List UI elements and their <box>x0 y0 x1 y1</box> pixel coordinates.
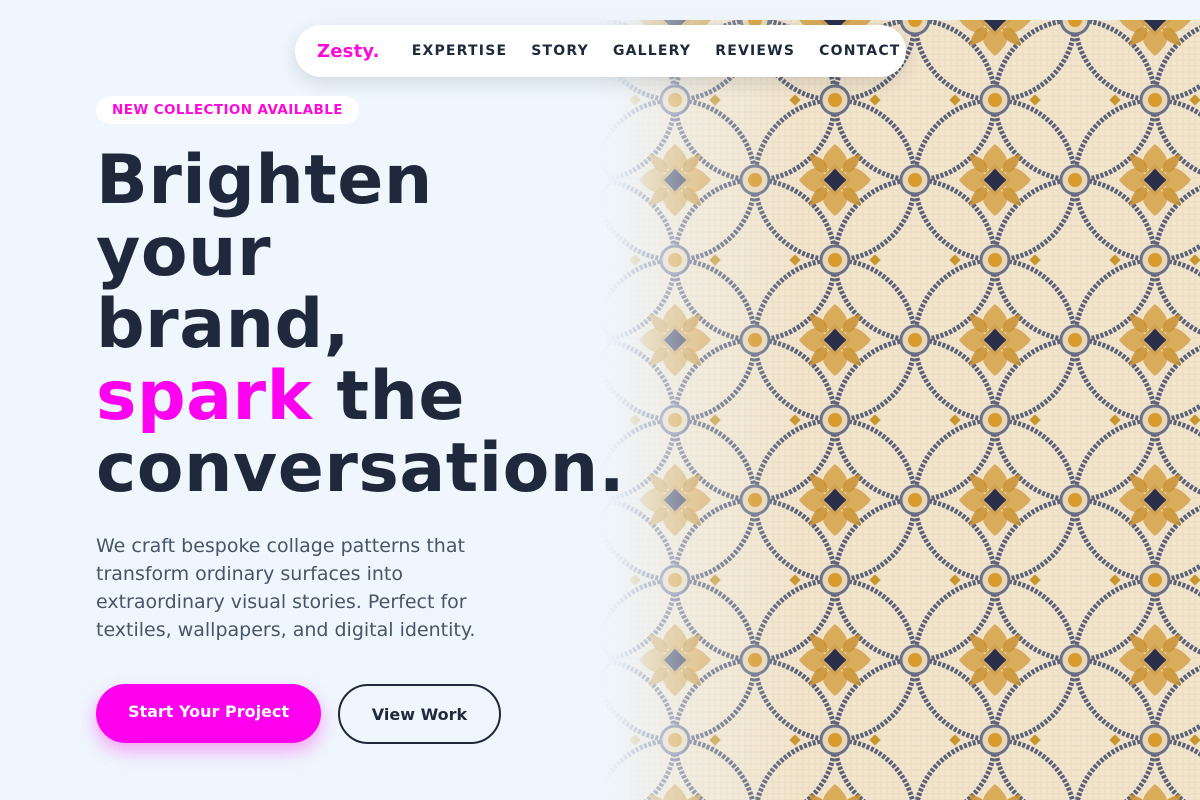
description-line-4: textiles, wallpapers, and digital identi… <box>96 619 476 641</box>
top-navbar: Zesty. EXPERTISE STORY GALLERY REVIEWS C… <box>295 25 906 77</box>
nav-link-expertise[interactable]: EXPERTISE <box>412 43 508 59</box>
headline-line-4-rest: the <box>312 357 466 436</box>
view-work-button[interactable]: View Work <box>338 684 501 744</box>
nav-link-contact[interactable]: CONTACT <box>819 43 900 59</box>
headline-line-1: Brighten <box>96 141 433 220</box>
headline-accent-word: spark <box>96 357 313 436</box>
description-line-3: extraordinary visual stories. Perfect fo… <box>96 591 467 613</box>
headline-line-2: your <box>96 213 271 292</box>
new-collection-badge: NEW COLLECTION AVAILABLE <box>96 96 359 124</box>
nav-link-gallery[interactable]: GALLERY <box>613 43 691 59</box>
brand-logo[interactable]: Zesty. <box>317 41 380 62</box>
start-project-button[interactable]: Start Your Project <box>96 684 321 743</box>
headline-line-5: conversation. <box>96 429 626 508</box>
hero-headline: Brighten your brand, spark the conversat… <box>96 145 625 505</box>
landing-page: Zesty. EXPERTISE STORY GALLERY REVIEWS C… <box>0 0 1200 800</box>
mosaic-pattern-image <box>600 20 1200 800</box>
description-line-1: We craft bespoke collage patterns that <box>96 535 465 557</box>
nav-link-story[interactable]: STORY <box>531 43 589 59</box>
hero-mosaic-image <box>600 20 1200 800</box>
nav-link-reviews[interactable]: REVIEWS <box>715 43 795 59</box>
headline-line-3: brand, <box>96 285 351 364</box>
description-line-2: transform ordinary surfaces into <box>96 563 403 585</box>
hero-description: We craft bespoke collage patterns that t… <box>96 532 536 644</box>
headline-line-4: spark the <box>96 361 625 433</box>
